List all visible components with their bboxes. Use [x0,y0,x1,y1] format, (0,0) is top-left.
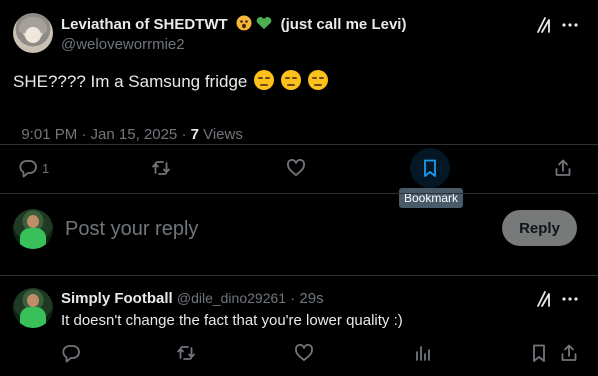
tweet-text: SHE???? Im a Samsung fridge [13,72,248,91]
bookmark-icon[interactable] [529,343,549,363]
emoji-badges [236,15,276,36]
user-avatar[interactable] [13,209,53,249]
more-options-icon[interactable] [560,289,580,309]
author-avatar[interactable] [13,13,53,53]
author-name-suffix[interactable]: (just call me Levi) [281,16,407,33]
divider [0,144,598,145]
tweet-timestamp[interactable]: 9:01 PM · Jan 15, 2025 · [21,126,190,143]
unamused-face-icon [280,70,301,90]
grok-icon[interactable] [534,289,554,309]
scream-cat-green-heart-icon [236,15,272,31]
reply-author-name[interactable]: Simply Football [61,290,173,307]
reply-separator: · [286,290,300,307]
divider [0,193,598,194]
views-label: Views [198,126,243,143]
tweet-meta: 9:01 PM · Jan 15, 2025 · 7 Views [13,109,243,143]
divider [0,275,598,276]
author-name-row[interactable]: Leviathan of SHEDTWT (just call me Levi) [61,15,406,36]
retweet-icon[interactable] [151,158,171,178]
author-handle[interactable]: @weloveworrmie2 [61,36,185,53]
reply-action[interactable]: 1 [18,158,49,178]
bookmark-tooltip: Bookmark [399,188,464,208]
views-count: 7 [190,126,199,143]
reply-count: 1 [42,160,50,176]
reply-input[interactable] [63,213,487,245]
reply-button[interactable]: Reply [502,210,577,246]
tweet-text-row: SHE???? Im a Samsung fridge [13,70,328,92]
reply-icon[interactable] [61,343,81,363]
reply-timestamp[interactable]: 29s [299,290,323,307]
reply-text: It doesn't change the fact that you're l… [61,312,403,329]
bookmark-icon[interactable] [420,158,440,178]
retweet-icon[interactable] [176,343,196,363]
share-icon[interactable] [559,343,579,363]
author-name[interactable]: Leviathan of SHEDTWT [61,16,228,33]
reply-author-avatar[interactable] [13,288,53,328]
unamused-face-icon [307,70,328,90]
unamused-face-icon [254,70,275,90]
reply-icon [19,160,37,178]
grok-icon[interactable] [534,15,554,35]
like-icon[interactable] [286,158,306,178]
like-icon[interactable] [294,343,314,363]
more-options-icon[interactable] [560,15,580,35]
share-icon[interactable] [553,158,573,178]
reply-author-handle[interactable]: @dile_dino29261 [177,290,286,306]
analytics-icon[interactable] [413,343,433,363]
reply-header: Simply Football @dile_dino29261 · 29s [61,290,324,307]
